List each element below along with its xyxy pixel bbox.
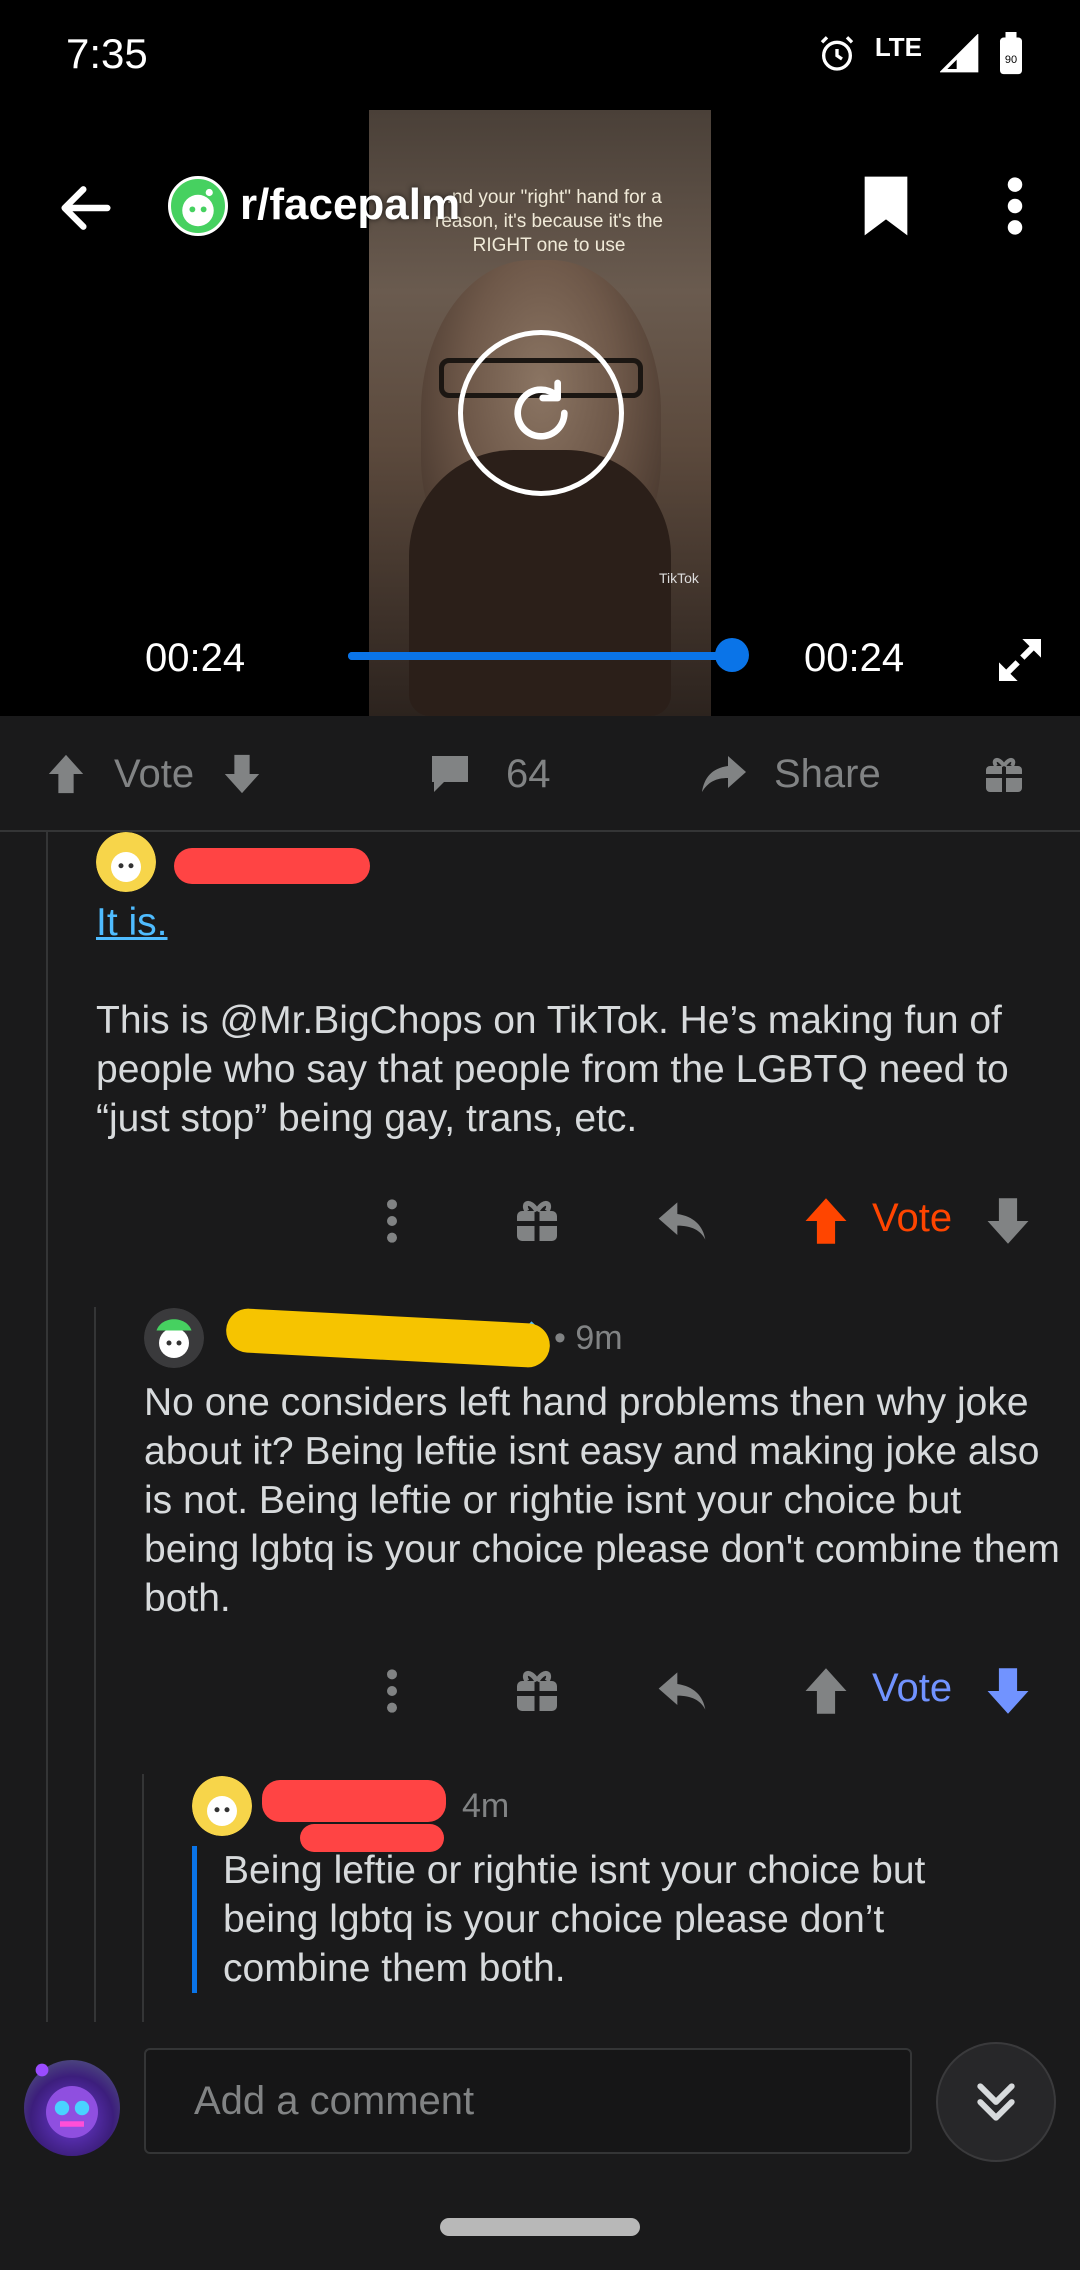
compose-bar: Add a comment (0, 2022, 1080, 2270)
more-vertical-icon[interactable] (382, 1666, 402, 1716)
comment-vote-label: Vote (872, 1196, 953, 1240)
comment-body: It is. This is @Mr.BigChops on TikTok. H… (96, 898, 1056, 1143)
video-player[interactable]: ...nd your "right" hand for a reason, it… (0, 110, 1080, 716)
reply-icon[interactable] (654, 1196, 710, 1246)
status-icons: LTE 90 (817, 32, 1024, 76)
comment-quote: Being leftie or rightie isnt your choice… (192, 1846, 1012, 1993)
subreddit-name[interactable]: r/facepalm (240, 180, 460, 230)
user-avatar[interactable] (192, 1776, 252, 1836)
thread-line-1[interactable] (46, 832, 48, 2022)
fullscreen-icon[interactable] (992, 632, 1048, 688)
status-bar: 7:35 LTE 90 (0, 0, 1080, 110)
comment-actions: Vote (0, 1186, 1080, 1256)
comment-text: No one considers left hand problems then… (144, 1381, 1060, 1620)
comment-thread: 18m It is. This is @Mr.BigChops on TikTo… (0, 832, 1080, 2022)
more-vertical-icon[interactable] (382, 1196, 402, 1246)
gift-icon[interactable] (512, 1666, 562, 1716)
back-arrow-icon[interactable] (54, 176, 118, 240)
my-avatar[interactable] (24, 2060, 120, 2156)
comment-time: 4m (462, 1786, 510, 1825)
battery-icon: 90 (1000, 32, 1022, 75)
post-action-bar: Vote 64 Share (0, 716, 1080, 832)
snoo-icon (182, 188, 214, 227)
double-chevron-down-icon (977, 2083, 1015, 2121)
add-comment-input[interactable]: Add a comment (144, 2048, 912, 2154)
upvote-icon[interactable] (46, 753, 86, 795)
seek-bar-fill (348, 652, 732, 660)
bookmark-icon[interactable] (858, 174, 914, 238)
share-icon (702, 756, 746, 792)
comment-vote-label: Vote (872, 1666, 953, 1710)
reply-icon[interactable] (654, 1666, 710, 1716)
share-button[interactable]: Share (700, 716, 881, 832)
signal-icon (940, 34, 979, 73)
comment-link[interactable]: It is. (96, 898, 1056, 947)
home-indicator[interactable] (440, 2218, 640, 2236)
alarm-icon (820, 36, 853, 71)
avatar-icon (35, 2063, 98, 2138)
user-avatar[interactable] (144, 1308, 204, 1368)
downvote-icon[interactable] (222, 753, 262, 795)
seek-bar[interactable] (348, 652, 732, 660)
post-vote: Vote (46, 716, 262, 832)
subreddit-avatar[interactable] (168, 176, 228, 236)
downvote-icon[interactable] (984, 1196, 1032, 1246)
thread-line-3[interactable] (142, 1774, 144, 2022)
seek-bar-handle[interactable] (715, 638, 749, 672)
replay-button[interactable] (458, 330, 624, 496)
upvote-icon[interactable] (802, 1666, 850, 1716)
user-avatar[interactable] (96, 832, 156, 892)
status-time: 7:35 (66, 30, 148, 77)
upvote-icon[interactable] (802, 1196, 850, 1246)
redacted-username (174, 848, 370, 884)
more-vertical-icon[interactable] (1000, 174, 1030, 238)
comment-count: 64 (506, 751, 551, 796)
tiktok-watermark: TikTok (659, 570, 699, 586)
post-vote-label: Vote (114, 751, 195, 796)
comment-actions: Vote (0, 1656, 1080, 1726)
comment-text: This is @Mr.BigChops on TikTok. He’s mak… (96, 999, 1009, 1140)
award-button[interactable] (984, 716, 1024, 832)
battery-level: 90 (1005, 54, 1017, 66)
replay-icon (514, 379, 568, 440)
elapsed-time: 00:24 (145, 636, 246, 680)
post-top-nav: r/facepalm (0, 158, 1080, 258)
redacted-username (262, 1780, 446, 1822)
comments-button[interactable]: 64 (428, 716, 551, 832)
network-type: LTE (874, 31, 922, 62)
gift-icon (986, 758, 1022, 792)
gift-icon[interactable] (512, 1196, 562, 1246)
duration-time: 00:24 (804, 636, 905, 680)
comment-time: • 9m (554, 1318, 623, 1357)
downvote-icon[interactable] (984, 1666, 1032, 1716)
share-label: Share (774, 751, 881, 796)
comment-bubble-icon (432, 756, 468, 792)
collapse-comments-button[interactable] (936, 2042, 1056, 2162)
